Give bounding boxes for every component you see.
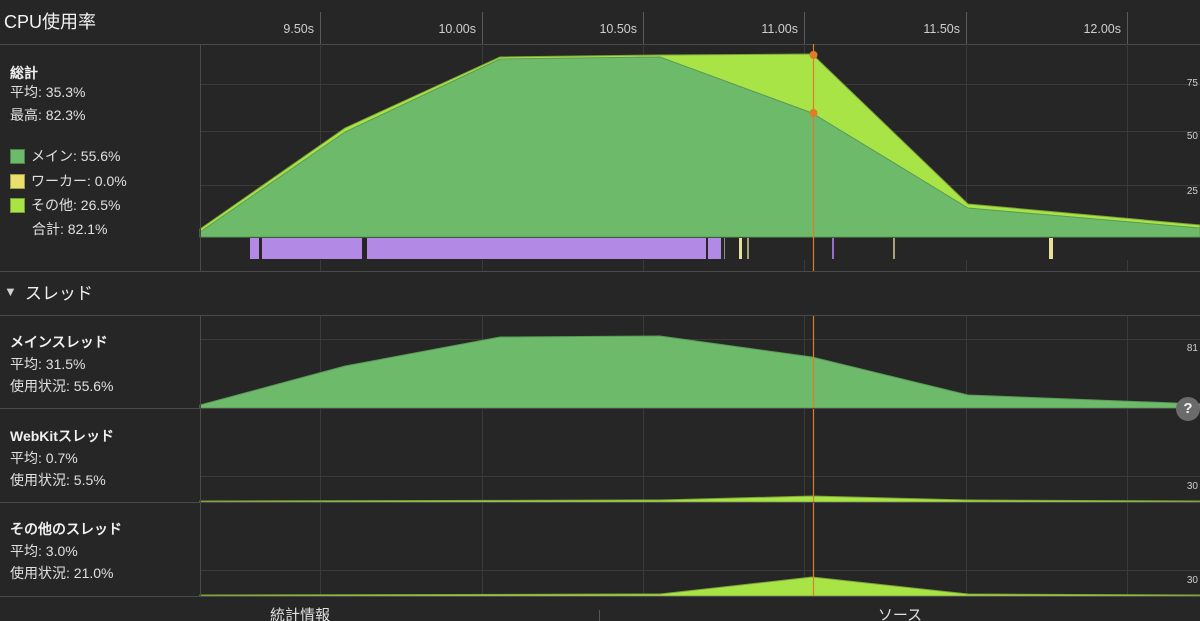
thread-average: 平均: 3.0% [10, 543, 78, 559]
ruler-ticks [320, 12, 1128, 44]
thread-average: 平均: 31.5% [10, 356, 86, 372]
axis-label: 30 [1186, 481, 1198, 492]
worker-swatch-icon [10, 173, 25, 189]
thread-usage: 使用状況: 21.0% [10, 565, 114, 581]
other-swatch-icon [10, 197, 25, 213]
thread-usage: 使用状況: 5.5% [10, 472, 106, 488]
summary-peak: 最高: 82.3% [10, 107, 86, 123]
summary-title: 総計 [10, 65, 38, 81]
row-divider [0, 408, 1200, 409]
script-activity-bar[interactable] [708, 238, 721, 259]
other-threads-area [199, 576, 1200, 597]
legend-label: メイン: 55.6% [31, 148, 121, 164]
legend-label: ワーカー: 0.0% [31, 173, 127, 189]
threads-section-title[interactable]: ▼ スレッド [4, 279, 93, 304]
axis-label: 50 [1186, 131, 1198, 142]
activity-tick [832, 238, 834, 259]
axis-label: 30 [1186, 575, 1198, 586]
marker-point [809, 109, 818, 117]
axis-label: 25 [1186, 186, 1198, 197]
tab-statistics[interactable]: 統計情報 [200, 604, 400, 621]
summary-average: 平均: 35.3% [10, 84, 86, 100]
main-swatch-icon [10, 148, 25, 164]
activity-tick [724, 238, 725, 259]
threads-section-label: スレッド [24, 284, 93, 303]
thread-name: その他のスレッド [10, 521, 122, 537]
row-divider [0, 596, 1200, 597]
thread-name: WebKitスレッド [10, 428, 114, 444]
disclosure-triangle-icon[interactable]: ▼ [4, 284, 17, 299]
activity-tick [747, 238, 749, 259]
thread-name: メインスレッド [10, 334, 108, 350]
legend-item-worker[interactable]: ワーカー: 0.0% [10, 171, 127, 191]
tab-source[interactable]: ソース [800, 604, 1000, 621]
axis-label: 75 [1186, 78, 1198, 89]
help-button[interactable]: ? [1176, 397, 1200, 421]
legend-label: その他: 26.5% [31, 197, 121, 213]
row-divider [0, 502, 1200, 503]
main-thread-area [199, 335, 1200, 409]
thread-average: 平均: 0.7% [10, 450, 78, 466]
sidebar-divider [200, 44, 201, 596]
script-activity-bar[interactable] [262, 238, 362, 259]
cpu-usage-timeline: CPU使用率 9.50s 10.00s 10.50s 11.00s 11.50s… [0, 0, 1200, 621]
legend-item-other[interactable]: その他: 26.5% [10, 195, 120, 215]
activity-tick [893, 238, 895, 259]
activity-tick [739, 238, 742, 259]
threads-section-header[interactable] [0, 271, 1200, 316]
tab-divider [599, 610, 600, 621]
activity-tick [1049, 238, 1053, 259]
legend-total: 合計: 82.1% [32, 221, 108, 237]
axis-label: 81 [1186, 343, 1198, 354]
thread-usage: 使用状況: 55.6% [10, 378, 114, 394]
legend-item-main[interactable]: メイン: 55.6% [10, 146, 120, 166]
marker-point [809, 51, 818, 59]
script-activity-bar[interactable] [367, 238, 706, 259]
script-activity-bar[interactable] [250, 238, 259, 259]
